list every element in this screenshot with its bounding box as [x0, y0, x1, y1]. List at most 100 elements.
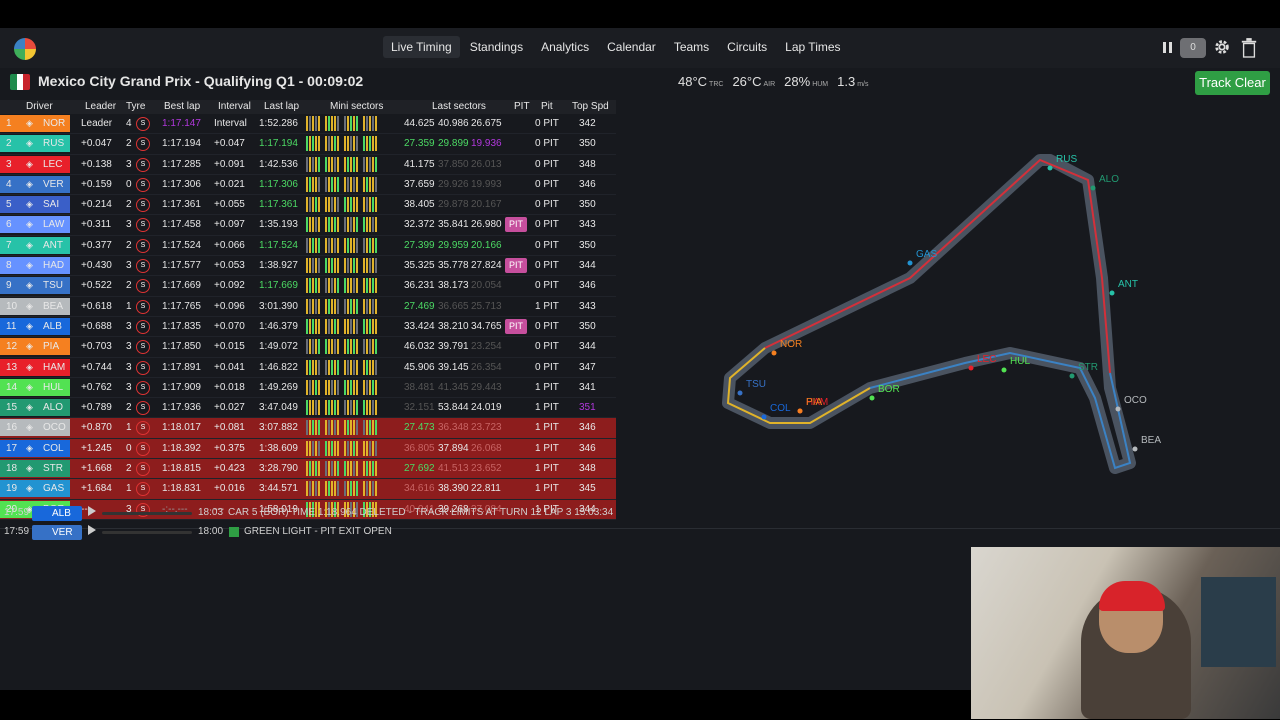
best-lap: 1:17.765: [162, 300, 201, 312]
mini-sector-group: [306, 400, 320, 416]
app-logo[interactable]: [14, 38, 36, 60]
play-icon[interactable]: [88, 525, 96, 535]
table-row[interactable]: 2 ◈ RUS +0.047 2 S 1:17.194 +0.047 1:17.194 27.35…: [0, 134, 616, 155]
mini-sector-bar: [347, 116, 349, 131]
tyre-compound-icon: S: [136, 279, 150, 294]
driver-badge[interactable]: 11 ◈ ALB: [0, 317, 70, 335]
mini-sector-bar: [315, 420, 317, 436]
col-last-sectors[interactable]: Last sectors: [432, 101, 486, 112]
mini-sector-bar: [366, 298, 368, 314]
progress-track[interactable]: [102, 512, 192, 515]
col-pit-count[interactable]: Pit: [541, 101, 553, 112]
table-row[interactable]: 12 ◈ PIA +0.703 3 S 1:17.850 +0.015 1:49.072 46.0…: [0, 337, 616, 358]
table-row[interactable]: 11 ◈ ALB +0.688 3 S 1:17.835 +0.070 1:46.379 33.4…: [0, 317, 616, 338]
track-status-button[interactable]: Track Clear: [1195, 71, 1270, 95]
trash-icon[interactable]: [1240, 38, 1258, 58]
col-last-lap[interactable]: Last lap: [264, 101, 299, 112]
mini-sector-bar: [315, 318, 317, 334]
play-icon[interactable]: [88, 506, 96, 516]
table-row[interactable]: 6 ◈ LAW +0.311 3 S 1:17.458 +0.097 1:35.193 32.37…: [0, 215, 616, 236]
table-row[interactable]: 18 ◈ STR +1.668 2 S 1:18.815 +0.423 3:28.790 27.6…: [0, 459, 616, 480]
driver-badge[interactable]: 4 ◈ VER: [0, 175, 70, 193]
mini-sector-bar: [318, 176, 320, 192]
driver-badge[interactable]: 12 ◈ PIA: [0, 338, 70, 356]
interval: +0.096: [214, 300, 245, 312]
driver-badge[interactable]: 8 ◈ HAD: [0, 257, 70, 275]
driver-badge[interactable]: 15 ◈ ALO: [0, 399, 70, 417]
tab-lap-times[interactable]: Lap Times: [777, 36, 848, 58]
mini-sector-bar: [344, 116, 346, 131]
mini-sector-group: [363, 379, 377, 395]
interval: +0.021: [214, 178, 245, 190]
mini-sector-bar: [334, 318, 336, 334]
table-row[interactable]: 17 ◈ COL +1.245 0 S 1:18.392 +0.375 1:38.609 36.8…: [0, 438, 616, 460]
mini-sector-bar: [344, 136, 346, 152]
best-lap: 1:17.891: [162, 361, 201, 373]
driver-badge[interactable]: 7 ◈ ANT: [0, 236, 70, 254]
table-row[interactable]: 8 ◈ HAD +0.430 3 S 1:17.577 +0.053 1:38.927 35.32…: [0, 256, 616, 277]
driver-chip[interactable]: ALB: [32, 506, 82, 521]
driver-badge[interactable]: 9 ◈ TSU: [0, 277, 70, 295]
car-marker: [771, 350, 777, 356]
driver-badge[interactable]: 10 ◈ BEA: [0, 297, 70, 315]
driver-badge[interactable]: 2 ◈ RUS: [0, 135, 70, 153]
pause-icon[interactable]: [1160, 38, 1174, 56]
col-best-lap[interactable]: Best lap: [164, 101, 200, 112]
table-row[interactable]: 3 ◈ LEC +0.138 3 S 1:17.285 +0.091 1:42.536 41.17…: [0, 155, 616, 175]
table-row[interactable]: 13 ◈ HAM +0.744 3 S 1:17.891 +0.041 1:46.822 45.9…: [0, 358, 616, 378]
table-row[interactable]: 16 ◈ OCO +0.870 1 S 1:18.017 +0.081 3:07.882 27.4…: [0, 418, 616, 439]
col-driver[interactable]: Driver: [26, 101, 53, 112]
col-leader[interactable]: Leader: [85, 101, 116, 112]
car-marker: [761, 414, 767, 420]
table-row[interactable]: 15 ◈ ALO +0.789 2 S 1:17.936 +0.027 3:47.049 32.1…: [0, 398, 616, 419]
driver-badge[interactable]: 5 ◈ SAI: [0, 196, 70, 214]
top-speed: 346: [579, 178, 596, 190]
sector-2-time: 29.878: [438, 199, 469, 211]
driver-badge[interactable]: 6 ◈ LAW: [0, 216, 70, 234]
table-row[interactable]: 19 ◈ GAS +1.684 1 S 1:18.831 +0.016 3:44.571 34.6…: [0, 479, 616, 500]
col-top-speed[interactable]: Top Spd: [572, 101, 609, 112]
col-mini-sectors[interactable]: Mini sectors: [330, 101, 383, 112]
tab-circuits[interactable]: Circuits: [719, 36, 775, 58]
car-label: PIA: [806, 397, 822, 408]
driver-badge[interactable]: 1 ◈ NOR: [0, 115, 70, 132]
counter-badge[interactable]: 0: [1180, 38, 1206, 58]
table-row[interactable]: 5 ◈ SAI +0.214 2 S 1:17.361 +0.055 1:17.361 38.40…: [0, 195, 616, 216]
driver-badge[interactable]: 19 ◈ GAS: [0, 480, 70, 498]
top-nav: Live Timing Standings Analytics Calendar Tea…: [0, 28, 1280, 68]
col-interval[interactable]: Interval: [218, 101, 251, 112]
driver-chip[interactable]: VER: [32, 525, 82, 540]
mini-sector-bar: [344, 379, 346, 395]
tab-calendar[interactable]: Calendar: [599, 36, 664, 58]
gear-icon[interactable]: [1213, 38, 1231, 56]
sector-3-time: 22.811: [471, 483, 501, 495]
driver-badge[interactable]: 18 ◈ STR: [0, 460, 70, 478]
col-pit[interactable]: PIT: [514, 101, 530, 112]
table-row[interactable]: 14 ◈ HUL +0.762 3 S 1:17.909 +0.018 1:49.269 38.4…: [0, 378, 616, 399]
table-row[interactable]: 9 ◈ TSU +0.522 2 S 1:17.669 +0.092 1:17.669 36.23…: [0, 276, 616, 297]
col-tyre[interactable]: Tyre: [126, 101, 145, 112]
mini-sector-bar: [375, 176, 377, 192]
mini-sector-group: [306, 237, 320, 253]
tab-analytics[interactable]: Analytics: [533, 36, 597, 58]
driver-badge[interactable]: 14 ◈ HUL: [0, 378, 70, 396]
mini-sector-group: [344, 461, 358, 477]
progress-track[interactable]: [102, 531, 192, 534]
mini-sector-bar: [356, 278, 358, 294]
table-row[interactable]: 10 ◈ BEA +0.618 1 S 1:17.765 +0.096 3:01.390 27.4…: [0, 297, 616, 317]
mini-sector-bar: [347, 176, 349, 192]
driver-badge[interactable]: 13 ◈ HAM: [0, 358, 70, 376]
tab-standings[interactable]: Standings: [462, 36, 531, 58]
mini-sector-bar: [363, 318, 365, 334]
driver-badge[interactable]: 3 ◈ LEC: [0, 155, 70, 173]
tab-live-timing[interactable]: Live Timing: [383, 36, 460, 58]
mini-sector-bar: [325, 481, 327, 497]
last-lap: 1:17.194: [259, 138, 298, 150]
table-row[interactable]: 4 ◈ VER +0.159 0 S 1:17.306 +0.021 1:17.306 37.65…: [0, 175, 616, 196]
driver-badge[interactable]: 17 ◈ COL: [0, 439, 70, 457]
driver-badge[interactable]: 16 ◈ OCO: [0, 419, 70, 437]
table-row[interactable]: 7 ◈ ANT +0.377 2 S 1:17.524 +0.066 1:17.524 27.39…: [0, 236, 616, 257]
tab-teams[interactable]: Teams: [666, 36, 717, 58]
table-row[interactable]: 1 ◈ NOR Leader 4 S 1:17.147 Interval 1:52.286 44.…: [0, 114, 616, 135]
mini-sector-bar: [337, 318, 339, 334]
